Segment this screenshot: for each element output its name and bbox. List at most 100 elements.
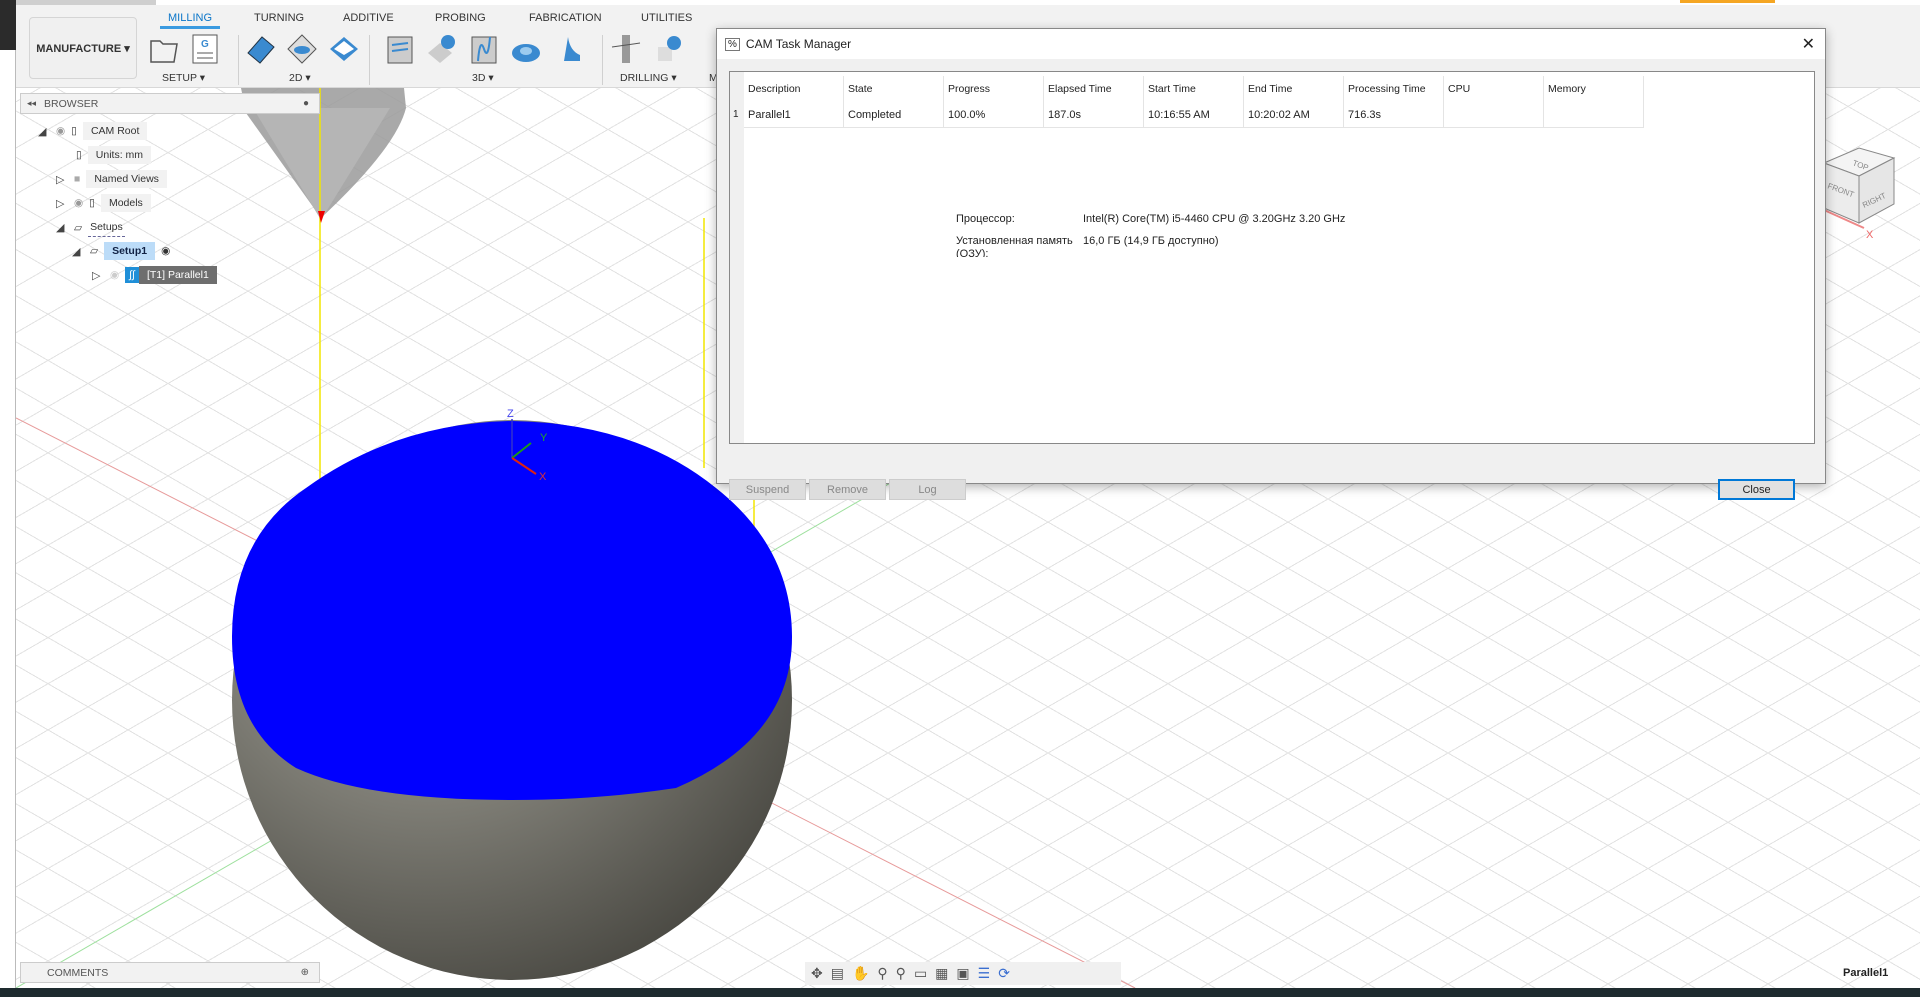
column-header[interactable]: State xyxy=(844,76,944,102)
look-at-icon[interactable]: ▤ xyxy=(831,965,844,982)
taskbar xyxy=(0,988,1920,997)
component-icon: ▯ xyxy=(71,125,77,137)
close-button[interactable]: Close xyxy=(1718,479,1795,500)
fit-icon[interactable]: ⚲ xyxy=(896,965,906,982)
close-icon[interactable]: ✕ xyxy=(1802,34,1815,54)
collapsed-icon[interactable]: ▷ xyxy=(56,173,68,186)
column-header[interactable]: Memory xyxy=(1544,76,1644,102)
nc-program-icon[interactable]: G xyxy=(189,33,221,65)
eye-icon[interactable]: ◉ xyxy=(56,125,65,137)
2d-pocket-icon[interactable] xyxy=(286,33,318,65)
tree-item-parallel1[interactable]: ▷ ◉ ∫∫ [T1] Parallel1 xyxy=(92,266,217,284)
dialog-titlebar[interactable]: % CAM Task Manager ✕ xyxy=(717,29,1825,59)
add-comment-icon[interactable]: ⊕ xyxy=(301,967,309,978)
table-cell[interactable]: 187.0s xyxy=(1044,102,1144,128)
tree-label: Named Views xyxy=(86,170,167,188)
collapsed-icon[interactable]: ▷ xyxy=(92,269,104,282)
tab-additive[interactable]: ADDITIVE xyxy=(343,12,394,24)
toolpath-surface xyxy=(232,421,792,800)
table-cell[interactable]: 10:20:02 AM xyxy=(1244,102,1344,128)
refresh-icon[interactable]: ⟳ xyxy=(998,965,1010,982)
tree-label: Models xyxy=(100,194,151,212)
setup-folder-icon: ▱ xyxy=(74,221,83,234)
tree-item-cam-root[interactable]: ◢ ◉ ▯ CAM Root xyxy=(38,122,148,140)
table-cell[interactable]: Completed xyxy=(844,102,944,128)
eye-icon[interactable]: ◉ xyxy=(74,197,83,209)
zoom-icon[interactable]: ⚲ xyxy=(877,965,887,982)
suspend-button[interactable]: Suspend xyxy=(729,479,806,500)
layers-icon[interactable]: ☰ xyxy=(978,965,991,982)
group-drilling[interactable]: DRILLING ▾ xyxy=(620,72,677,84)
tree-item-models[interactable]: ▷ ◉ ▯ Models xyxy=(56,194,151,212)
remove-button[interactable]: Remove xyxy=(809,479,886,500)
tab-probing[interactable]: PROBING xyxy=(435,12,486,24)
viewports-icon[interactable]: ▣ xyxy=(956,965,969,982)
tree-item-named-views[interactable]: ▷ ■ Named Views xyxy=(56,170,167,188)
column-header[interactable]: Start Time xyxy=(1144,76,1244,102)
workspace-switcher[interactable]: MANUFACTURE ▾ xyxy=(29,17,137,79)
collapse-icon[interactable]: ◂◂ xyxy=(27,98,36,109)
tree-item-units[interactable]: ▯ Units: mm xyxy=(76,146,152,164)
grid-icon[interactable]: ▦ xyxy=(935,965,948,982)
scallop-icon[interactable] xyxy=(552,33,584,65)
memory-value: 16,0 ГБ (14,9 ГБ доступно) xyxy=(1083,235,1219,247)
column-header[interactable]: CPU xyxy=(1444,76,1544,102)
hidden-eye-icon[interactable]: ◉ xyxy=(110,269,119,281)
tree-label: Setups xyxy=(88,218,125,237)
column-header[interactable]: Progress xyxy=(944,76,1044,102)
memory-label: Установленная память (ОЗУ): xyxy=(956,235,1073,257)
tree-label: Units: mm xyxy=(87,146,152,164)
group-setup[interactable]: SETUP ▾ xyxy=(162,72,205,84)
column-header[interactable]: Elapsed Time xyxy=(1044,76,1144,102)
table-cell[interactable]: Parallel1 xyxy=(744,102,844,128)
table-cell[interactable] xyxy=(1444,102,1544,128)
task-table: Description State Progress Elapsed Time Star… xyxy=(729,71,1815,444)
column-header[interactable]: Processing Time xyxy=(1344,76,1444,102)
tree-label: Setup1 xyxy=(104,242,156,260)
tree-item-setup1[interactable]: ◢ ▱ Setup1 ◉ xyxy=(72,242,170,260)
browser-title: BROWSER xyxy=(44,97,99,110)
3d-adaptive-icon[interactable] xyxy=(384,33,416,65)
tab-turning[interactable]: TURNING xyxy=(254,12,304,24)
setup-folder-icon[interactable] xyxy=(148,33,180,65)
comments-panel[interactable]: COMMENTS ⊕ xyxy=(20,962,320,983)
table-cell[interactable]: 10:16:55 AM xyxy=(1144,102,1244,128)
hole-recognition-icon[interactable] xyxy=(652,33,684,65)
tab-fabrication[interactable]: FABRICATION xyxy=(529,12,602,24)
tree-item-setups[interactable]: ◢ ▱ Setups xyxy=(56,218,125,237)
divider xyxy=(369,35,370,85)
comments-title: COMMENTS xyxy=(47,966,109,979)
pocket-clearing-icon[interactable] xyxy=(426,33,458,65)
tab-utilities[interactable]: UTILITIES xyxy=(641,12,692,24)
log-button[interactable]: Log xyxy=(889,479,966,500)
display-settings-icon[interactable]: ▭ xyxy=(914,965,927,982)
divider xyxy=(602,35,603,85)
parallel-icon[interactable] xyxy=(468,33,500,65)
expanded-icon[interactable]: ◢ xyxy=(56,221,68,234)
component-icon: ▯ xyxy=(89,197,95,209)
column-header[interactable]: End Time xyxy=(1244,76,1344,102)
orbit-icon[interactable]: ✥ xyxy=(811,965,823,982)
activate-radio-icon[interactable]: ◉ xyxy=(161,245,170,257)
collapsed-icon[interactable]: ▷ xyxy=(56,197,68,210)
expanded-icon[interactable]: ◢ xyxy=(38,125,50,138)
table-cell[interactable] xyxy=(1544,102,1644,128)
contour-icon[interactable] xyxy=(510,33,542,65)
column-header[interactable]: Description xyxy=(744,76,844,102)
table-cell[interactable]: 716.3s xyxy=(1344,102,1444,128)
row-index: 1 xyxy=(733,109,739,120)
view-cube[interactable]: TOP FRONT RIGHT X xyxy=(1822,147,1896,241)
browser-panel-header[interactable]: ◂◂ BROWSER ● xyxy=(20,93,320,114)
tree-label: CAM Root xyxy=(82,122,148,140)
group-3d[interactable]: 3D ▾ xyxy=(472,72,494,84)
drill-icon[interactable] xyxy=(610,33,642,65)
tab-milling[interactable]: MILLING xyxy=(160,12,221,29)
2d-adaptive-icon[interactable] xyxy=(244,33,276,65)
pin-icon[interactable]: ● xyxy=(303,98,309,109)
expanded-icon[interactable]: ◢ xyxy=(72,245,84,258)
pan-icon[interactable]: ✋ xyxy=(852,965,869,982)
face-icon[interactable] xyxy=(328,33,360,65)
group-2d[interactable]: 2D ▾ xyxy=(289,72,311,84)
divider xyxy=(238,35,239,85)
table-cell[interactable]: 100.0% xyxy=(944,102,1044,128)
